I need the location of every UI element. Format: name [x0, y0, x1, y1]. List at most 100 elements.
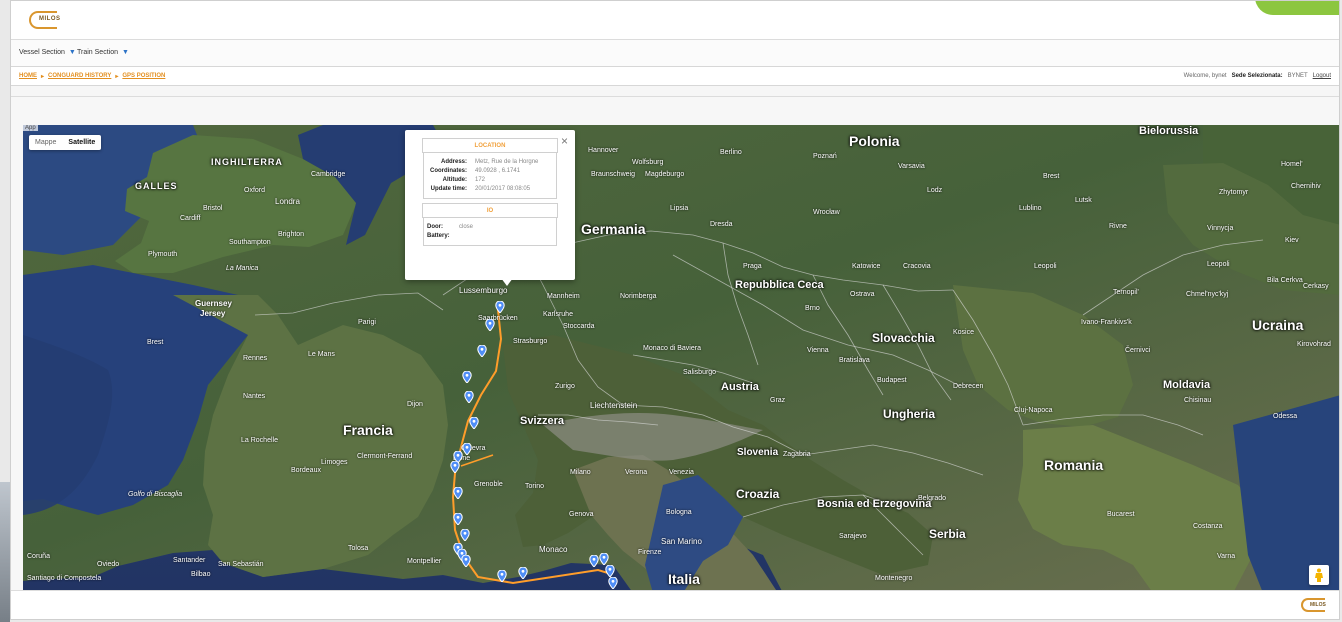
- city-label: Graz: [770, 397, 786, 404]
- user-bar: Welcome, bynet Sede Selezionata: BYNET L…: [1184, 73, 1331, 79]
- location-marker[interactable]: [608, 577, 618, 589]
- footer-milos-logo: MILOS: [1301, 598, 1326, 612]
- location-marker[interactable]: [464, 391, 474, 403]
- city-label: Berlino: [720, 149, 742, 156]
- city-label: Bratislava: [839, 357, 870, 364]
- city-label: Homel': [1281, 161, 1303, 168]
- city-label: Leopoli: [1034, 263, 1057, 270]
- location-marker[interactable]: [453, 487, 463, 499]
- city-label: Brest: [147, 339, 164, 346]
- city-label: Bucarest: [1107, 511, 1135, 518]
- location-marker[interactable]: [461, 555, 471, 567]
- map-type-control[interactable]: Mappe Satellite: [29, 135, 102, 150]
- breadcrumb-conguard-history[interactable]: CONGUARD HISTORY: [48, 73, 111, 80]
- altitude-value: 172: [475, 177, 486, 183]
- city-label: Rivne: [1109, 223, 1127, 230]
- location-marker[interactable]: [462, 443, 472, 455]
- city-label: Saarbrücken: [478, 315, 518, 322]
- address-label: Address:: [440, 159, 467, 165]
- city-label: Bila Cerkva: [1267, 277, 1303, 284]
- city-label: Cluj-Napoca: [1014, 407, 1053, 414]
- country-label: Serbia: [929, 527, 966, 541]
- popup-pointer: [501, 278, 513, 286]
- location-marker[interactable]: [589, 555, 599, 567]
- city-label: Grenoble: [474, 481, 503, 488]
- city-label: Leopoli: [1207, 261, 1230, 268]
- location-details: Address: Metz, Rue de la Horgne Coordina…: [423, 153, 557, 199]
- city-label: Londra: [275, 197, 300, 206]
- city-label: Clermont-Ferrand: [357, 453, 413, 460]
- city-label: Plymouth: [148, 251, 178, 258]
- location-marker[interactable]: [495, 301, 505, 313]
- door-row: Door: close: [427, 224, 553, 230]
- breadcrumb-home[interactable]: HOME: [19, 73, 37, 80]
- city-label: Parigi: [358, 319, 376, 326]
- location-marker[interactable]: [485, 319, 495, 331]
- city-label: Golfo di Biscaglia: [128, 491, 183, 498]
- city-label: Oxford: [244, 187, 266, 194]
- menu-train-section[interactable]: Train Section ▼: [77, 49, 129, 56]
- satellite-map: [23, 125, 1339, 593]
- coordinates-label: Coordinates:: [429, 168, 467, 174]
- logout-link[interactable]: Logout: [1313, 73, 1331, 79]
- city-label: Vinnycja: [1207, 225, 1234, 232]
- city-label: Cardiff: [180, 215, 201, 222]
- city-label: Montenegro: [875, 575, 913, 582]
- city-label: Lussemburgo: [459, 286, 508, 295]
- city-label: Zagabria: [783, 451, 811, 458]
- city-label: Ivano-Frankivs'k: [1081, 319, 1132, 326]
- location-marker[interactable]: [599, 553, 609, 565]
- city-label: Dresda: [710, 221, 733, 228]
- country-label: Ungheria: [883, 407, 936, 421]
- city-label: Varsavia: [898, 163, 925, 170]
- map-pin-icon: [589, 555, 599, 567]
- country-label: Repubblica Ceca: [735, 279, 824, 291]
- menu-label: Train Section: [77, 49, 118, 56]
- coordinates-row: Coordinates: 49.0928 , 6.1741: [427, 168, 553, 174]
- city-label: Poznań: [813, 153, 837, 160]
- map-pin-icon: [518, 567, 528, 579]
- city-label: Zhytomyr: [1219, 189, 1249, 196]
- city-label: Dijon: [407, 401, 423, 408]
- location-marker[interactable]: [462, 371, 472, 383]
- street-view-button[interactable]: [1309, 565, 1329, 585]
- io-details: Door: close Battery:: [423, 218, 557, 246]
- country-label: Ucraina: [1252, 317, 1304, 333]
- milos-logo: MILOS: [29, 11, 60, 29]
- city-label: Bordeaux: [291, 467, 321, 474]
- location-marker[interactable]: [469, 417, 479, 429]
- breadcrumb-gps-position[interactable]: GPS POSITION: [122, 73, 165, 80]
- city-label: Brest: [1043, 173, 1060, 180]
- map-view[interactable]: App Mappe Satellite Polonia Germania Rep…: [23, 125, 1339, 593]
- city-label: Genova: [569, 511, 594, 518]
- map-pin-icon: [495, 301, 505, 313]
- map-type-mappe[interactable]: Mappe: [29, 135, 62, 150]
- country-label: Italia: [668, 571, 700, 587]
- location-popup: × LOCATION Address: Metz, Rue de la Horg…: [405, 130, 575, 280]
- city-label: Tolosa: [348, 545, 369, 552]
- country-label: Francia: [343, 422, 393, 438]
- location-marker[interactable]: [605, 565, 615, 577]
- caret-down-icon: ▼: [121, 49, 129, 56]
- location-marker[interactable]: [477, 345, 487, 357]
- address-row: Address: Metz, Rue de la Horgne: [427, 159, 553, 165]
- location-marker[interactable]: [453, 513, 463, 525]
- city-label: Ternopil': [1113, 289, 1139, 296]
- map-type-satellite[interactable]: Satellite: [62, 135, 101, 150]
- menu-vessel-section[interactable]: Vessel Section ▼: [19, 49, 76, 56]
- city-label: Varna: [1217, 553, 1236, 560]
- country-label: Austria: [721, 381, 759, 393]
- city-label: Magdeburgo: [645, 171, 685, 178]
- city-label: Cerkasy: [1303, 283, 1329, 290]
- country-label: Slovacchia: [872, 331, 935, 345]
- location-marker[interactable]: [460, 529, 470, 541]
- location-marker[interactable]: [518, 567, 528, 579]
- location-marker[interactable]: [497, 570, 507, 582]
- door-label: Door:: [427, 224, 443, 230]
- country-label: Romania: [1044, 457, 1104, 473]
- location-marker[interactable]: [450, 461, 460, 473]
- city-label: Milano: [570, 469, 591, 476]
- corner-tab: [1255, 1, 1339, 15]
- close-icon[interactable]: ×: [561, 134, 568, 148]
- country-label: Moldavia: [1163, 379, 1211, 391]
